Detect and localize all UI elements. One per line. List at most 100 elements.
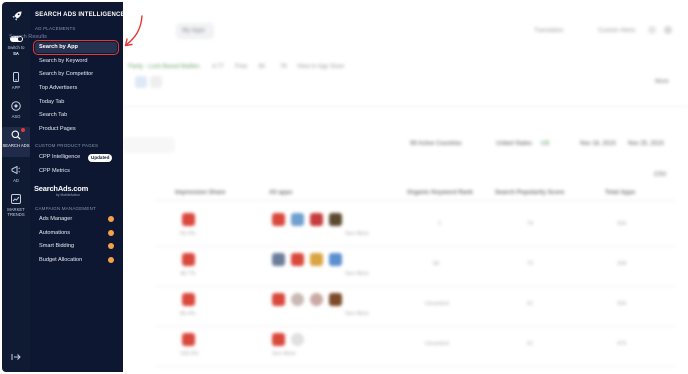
popularity-score-value: 74: [527, 221, 534, 227]
col-search-popularity-score[interactable]: Search Popularity Score: [495, 190, 564, 196]
ad-icon[interactable]: [11, 165, 21, 175]
collapse-icon[interactable]: [11, 352, 21, 362]
menu-cpp-intelligence[interactable]: CPP Intelligence: [39, 154, 80, 160]
date-from[interactable]: Nov 18, 2023: [580, 141, 616, 147]
platform-ios-button[interactable]: [135, 76, 147, 88]
app-icon: [182, 213, 195, 226]
app-meta-price: Free: [235, 64, 248, 70]
rail-item-aso[interactable]: ASO: [2, 114, 30, 119]
app-icon: [310, 253, 323, 266]
menu-search-by-keyword[interactable]: Search by Keyword: [39, 58, 88, 64]
total-apps-value: 334: [617, 221, 627, 227]
avatar[interactable]: [664, 26, 672, 34]
rail-item-ad[interactable]: AD: [2, 178, 30, 183]
section-ad-placements: AD PLACEMENTS: [35, 26, 76, 31]
country-select[interactable]: United States: [496, 141, 532, 147]
external-link-icon: [108, 243, 114, 249]
external-link-icon: [108, 257, 114, 263]
impression-share-value: 55.0%: [180, 231, 196, 237]
popularity-score-value: 70: [527, 261, 534, 267]
country-tag: US: [541, 141, 550, 147]
app-icon: [182, 293, 195, 306]
col-impression-share[interactable]: Impression Share: [175, 190, 225, 196]
app-icon: [272, 213, 285, 226]
app-icon: [329, 293, 342, 306]
app-icon: [291, 213, 304, 226]
col-organic-keyword-rank[interactable]: Organic Keyword Rank: [407, 190, 473, 196]
see-more-link[interactable]: See More: [345, 271, 369, 277]
app-icon: [272, 293, 285, 306]
search-field[interactable]: [123, 137, 175, 153]
app-icon: [272, 253, 285, 266]
updated-badge: Updated: [88, 154, 113, 162]
platform-android-button[interactable]: [150, 76, 162, 88]
menu-smart-bidding[interactable]: Smart Bidding: [39, 243, 74, 249]
annotation-arrow-icon: [124, 15, 143, 47]
total-apps-value: 470: [617, 341, 627, 347]
app-icon: [329, 213, 342, 226]
table-row[interactable]: 55.0% See More 2 74 334: [155, 207, 675, 247]
table-row[interactable]: 100.0% See More Unranked 61 470: [155, 327, 675, 367]
switch-to-value: SA: [13, 51, 19, 56]
rail-item-search-ads[interactable]: SEARCH ADS: [2, 143, 30, 148]
table-row[interactable]: 48.7% See More 58 70 208: [155, 247, 675, 287]
app-icon: [310, 293, 323, 306]
app-icon: [182, 333, 195, 346]
switch-to-label: Switch to: [7, 45, 25, 50]
impression-share-value: 48.7%: [180, 271, 196, 277]
section-campaign-management: CAMPAIGN MANAGEMENT: [35, 206, 96, 211]
menu-search-by-competitor[interactable]: Search by Competitor: [39, 71, 93, 77]
aso-icon[interactable]: [11, 101, 21, 111]
search-ads-icon[interactable]: [11, 130, 21, 140]
rocket-logo-icon[interactable]: [11, 10, 23, 22]
popularity-score-value: 61: [527, 341, 534, 347]
col-all-apps[interactable]: All apps: [269, 190, 292, 196]
translation-toggle[interactable]: Translation: [534, 28, 563, 34]
menu-search-tab[interactable]: Search Tab: [39, 112, 67, 118]
app-select[interactable]: My Apps: [176, 23, 214, 39]
section-custom-product-pages: CUSTOM PRODUCT PAGES: [35, 143, 99, 148]
more-button[interactable]: More: [655, 79, 669, 85]
rail-item-app[interactable]: APP: [2, 85, 30, 90]
app-icon: [272, 333, 285, 346]
app-icon: [291, 253, 304, 266]
table-header: Impression Share All apps Organic Keywor…: [155, 185, 675, 201]
organic-rank-value: 2: [438, 221, 442, 227]
organic-rank-value: 58: [433, 261, 440, 267]
menu-today-tab[interactable]: Today Tab: [39, 99, 64, 105]
see-more-link[interactable]: See More: [345, 231, 369, 237]
external-link-icon: [108, 230, 114, 236]
see-more-link[interactable]: See More: [345, 311, 369, 317]
organic-rank-value: Unranked: [425, 341, 449, 347]
popularity-score-value: 61: [527, 301, 534, 307]
app-icon: [291, 293, 304, 306]
impression-share-value: 100.0%: [180, 351, 199, 357]
csv-button[interactable]: CSV: [654, 172, 666, 178]
app-icon: [182, 253, 195, 266]
custom-alerts-button[interactable]: Custom Alerts: [598, 28, 635, 34]
menu-cpp-metrics[interactable]: CPP Metrics: [39, 168, 70, 174]
external-link-icon: [108, 216, 114, 222]
countries-select[interactable]: 99 Active Countries: [410, 141, 462, 147]
view-in-app-store-link[interactable]: View in App Store: [297, 64, 344, 70]
total-apps-value: 334: [617, 301, 627, 307]
menu-ads-manager[interactable]: Ads Manager: [39, 216, 72, 222]
market-trends-icon[interactable]: [11, 194, 21, 204]
organic-rank-value: Unranked: [425, 301, 449, 307]
app-icon[interactable]: [11, 72, 21, 82]
see-more-link[interactable]: See More: [272, 351, 296, 357]
impression-share-value: 85.4%: [180, 311, 196, 317]
bell-icon[interactable]: [648, 26, 656, 34]
table-row[interactable]: 85.4% See More Unranked 61 334: [155, 287, 675, 327]
menu-automations[interactable]: Automations: [39, 230, 70, 236]
menu-product-pages[interactable]: Product Pages: [39, 126, 76, 132]
searchads-logo[interactable]: SearchAds.com by MobileAction: [34, 184, 88, 197]
app-meta-downloads: 3K: [258, 64, 266, 70]
menu-top-advertisers[interactable]: Top Advertisers: [39, 85, 77, 91]
col-total-apps[interactable]: Total Apps: [605, 190, 635, 196]
rail-item-market-trends[interactable]: MARKET TRENDS: [2, 207, 30, 217]
date-to[interactable]: Nov 25, 2023: [628, 141, 664, 147]
menu-budget-allocation[interactable]: Budget Allocation: [39, 257, 82, 263]
app-icon: [329, 253, 342, 266]
highlight-outline: [33, 40, 119, 55]
